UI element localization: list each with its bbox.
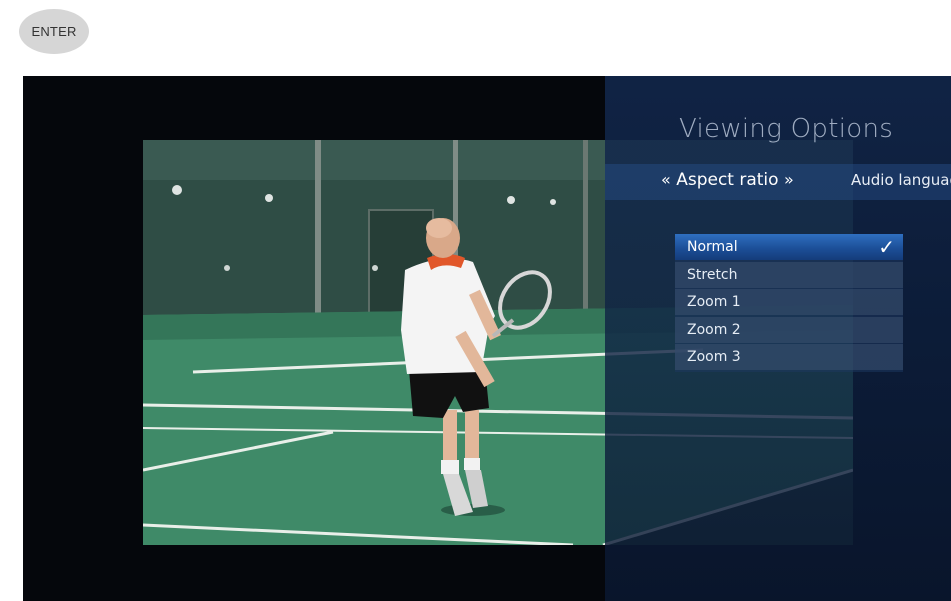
option-zoom-2[interactable]: Zoom 2	[675, 316, 903, 343]
tab-strip: « Aspect ratio » Audio language	[605, 164, 951, 200]
option-normal[interactable]: Normal ✓	[675, 234, 903, 260]
tab-aspect-ratio[interactable]: « Aspect ratio »	[661, 170, 794, 190]
chevron-right-icon[interactable]: »	[784, 170, 794, 189]
option-label: Zoom 2	[687, 321, 741, 338]
option-stretch[interactable]: Stretch	[675, 261, 903, 288]
option-zoom-1[interactable]: Zoom 1	[675, 289, 903, 315]
enter-button[interactable]: ENTER	[19, 9, 89, 54]
option-label: Normal	[687, 239, 738, 255]
checkmark-icon: ✓	[878, 235, 895, 259]
tab-audio-language[interactable]: Audio language	[851, 171, 951, 189]
chevron-left-icon[interactable]: «	[661, 170, 671, 189]
option-label: Zoom 3	[687, 349, 741, 365]
panel-title: Viewing Options	[679, 114, 894, 144]
option-label: Stretch	[687, 266, 738, 283]
tab-audio-language-label: Audio language	[851, 171, 951, 189]
tab-aspect-ratio-label: Aspect ratio	[676, 170, 779, 190]
tv-screen: Viewing Options « Aspect ratio » Audio l…	[23, 76, 951, 601]
option-label: Zoom 1	[687, 294, 741, 310]
aspect-ratio-options: Normal ✓ Stretch Zoom 1 Zoom 2 Zoom 3	[675, 234, 903, 372]
option-zoom-3[interactable]: Zoom 3	[675, 344, 903, 370]
